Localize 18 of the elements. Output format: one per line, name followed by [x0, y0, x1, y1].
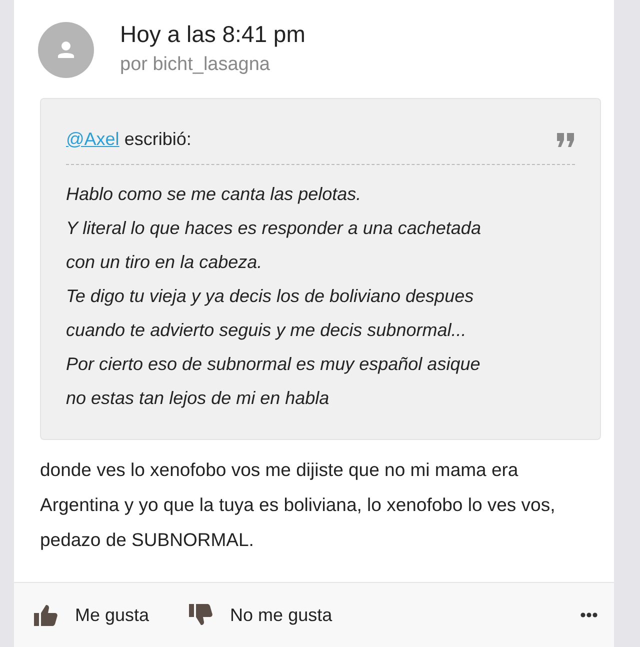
quote-line: Hablo como se me canta las pelotas.	[66, 183, 362, 206]
avatar-icon	[38, 22, 94, 78]
quote-line: cuando te advierto seguis y me decis subnormal...	[66, 319, 468, 342]
dislike-button[interactable]: No me gusta	[189, 604, 332, 626]
quote-line: Y literal lo que haces es responder a una cachetada	[66, 217, 482, 240]
like-button[interactable]: Me gusta	[34, 604, 150, 626]
more-icon[interactable]	[580, 612, 598, 618]
post-body: donde ves lo xenofobo vos me dijiste que no mi mama era Argentina y yo que la tuya es boliviana, lo xenofobo lo ves vos, pedazo de SUBNORMAL.	[40, 458, 556, 552]
thumbs-up-icon	[34, 604, 58, 626]
quote-icon	[557, 132, 575, 146]
quote-line: con un tiro en la cabeza.	[66, 251, 264, 274]
quote-line: Por cierto eso de subnormal es muy español asique	[66, 353, 482, 376]
quote-line: no estas tan lejos de mi en habla	[66, 387, 330, 410]
quote-line: Te digo tu vieja y ya decis los de boliviano despues	[66, 285, 475, 308]
quote-header: @Axel escribió:	[66, 129, 192, 150]
thumbs-down-icon	[189, 604, 214, 626]
post-time: Hoy a las 8:41 pm	[120, 21, 306, 48]
post-author: por bicht_lasagna	[120, 54, 271, 76]
